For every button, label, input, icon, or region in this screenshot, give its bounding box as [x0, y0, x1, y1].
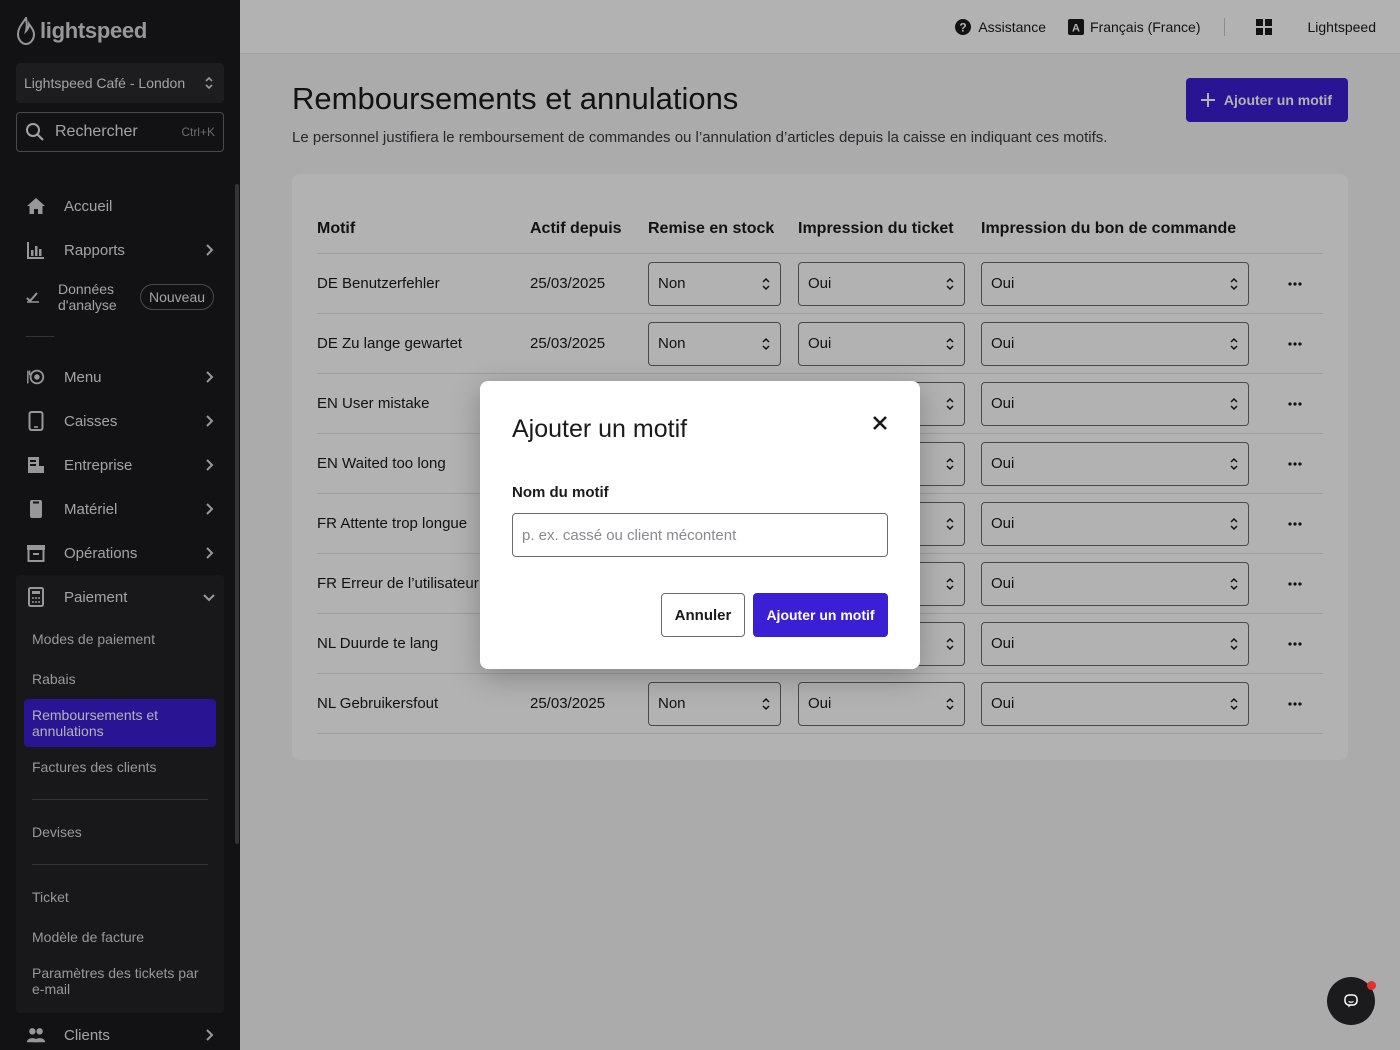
- confirm-add-reason-button[interactable]: Ajouter un motif: [753, 593, 888, 637]
- add-reason-dialog: Ajouter un motif Nom du motif Annuler Aj…: [480, 381, 920, 669]
- notification-dot: [1367, 981, 1376, 990]
- reason-name-label: Nom du motif: [512, 484, 609, 501]
- dialog-title: Ajouter un motif: [512, 415, 688, 443]
- close-icon[interactable]: [872, 415, 888, 431]
- cancel-button[interactable]: Annuler: [661, 593, 745, 637]
- reason-name-input[interactable]: [512, 513, 888, 557]
- chat-icon: [1344, 994, 1358, 1008]
